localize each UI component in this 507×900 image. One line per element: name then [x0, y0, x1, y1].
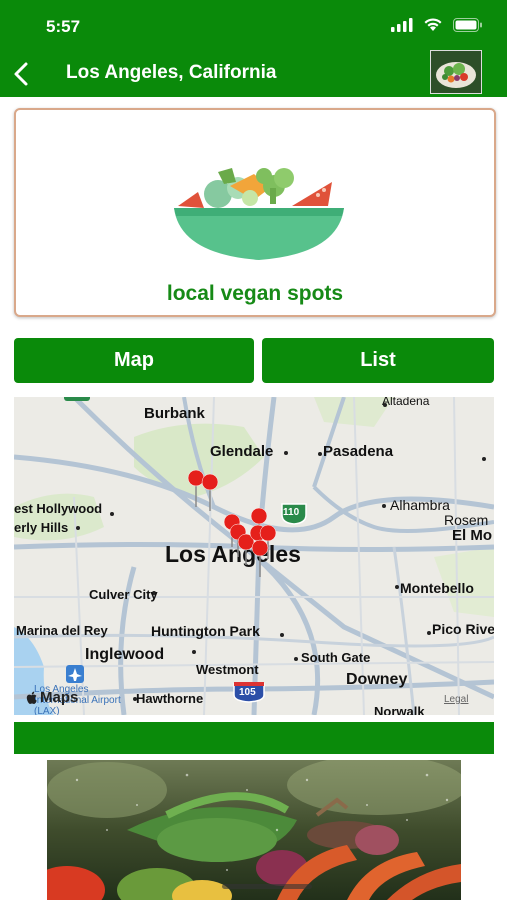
map-label-alhambra: Alhambra: [390, 497, 450, 513]
map-label-rosemead: Rosem: [444, 512, 489, 528]
map-label-norwalk: Norwalk: [374, 704, 425, 715]
vegetables-photo: [47, 760, 461, 900]
map-label-west-hollywood: est Hollywood: [14, 501, 103, 516]
map-label-south-gate: South Gate: [301, 650, 371, 665]
status-icons: [391, 17, 483, 32]
salad-photo-icon: [431, 51, 481, 93]
salad-bowl-icon: [174, 168, 344, 260]
map-label-huntington-park: Huntington Park: [151, 623, 260, 639]
map-label-el-monte: El Mo: [452, 527, 492, 544]
map-label-marina-del-rey: Marina del Rey: [16, 623, 108, 638]
maps-logo: Maps: [26, 689, 78, 706]
route-110-label: 110: [283, 507, 300, 518]
battery-icon: [453, 17, 482, 32]
nav-title: Los Angeles, California: [66, 62, 277, 83]
maps-logo-text: Maps: [40, 689, 79, 706]
hero-card: local vegan spots: [14, 108, 496, 317]
map-label-burbank: Burbank: [144, 405, 205, 422]
map-label-los-angeles: Los Angeles: [165, 541, 301, 567]
list-button[interactable]: List: [262, 338, 494, 383]
map-label-culver-city: Culver City: [89, 587, 158, 602]
map-label-inglewood: Inglewood: [85, 646, 165, 663]
vegetables-photo-image: [47, 760, 461, 900]
status-time: 5:57: [46, 17, 81, 36]
map-button[interactable]: Map: [14, 338, 254, 383]
map-label-downey: Downey: [346, 671, 408, 688]
signal-icon: [391, 17, 413, 32]
hero-caption: local vegan spots: [166, 282, 344, 305]
app-header: 5:57 Los Angeles, California: [0, 0, 507, 97]
route-105-label: 105: [239, 687, 256, 698]
map-view[interactable]: Altadena Burbank Glendale Pasadena est H…: [14, 397, 494, 715]
green-banner: [14, 722, 494, 754]
map-label-hawthorne: Hawthorne: [136, 691, 204, 706]
home-indicator: [222, 884, 312, 889]
map-label-altadena: Altadena: [382, 397, 430, 408]
wifi-icon: [424, 18, 442, 31]
salad-avatar[interactable]: [430, 50, 482, 94]
map-label-westmont: Westmont: [196, 662, 259, 677]
map-label-pasadena: Pasadena: [323, 443, 394, 460]
back-chevron-icon[interactable]: [10, 60, 34, 88]
map-legal-link[interactable]: Legal: [444, 694, 468, 705]
apple-logo-icon: [26, 691, 37, 704]
map-label-glendale: Glendale: [210, 443, 274, 460]
map-label-beverly-hills: erly Hills: [14, 520, 69, 535]
map-label-pico-rivera: Pico Rive: [432, 621, 494, 637]
map-label-montebello: Montebello: [400, 580, 474, 596]
